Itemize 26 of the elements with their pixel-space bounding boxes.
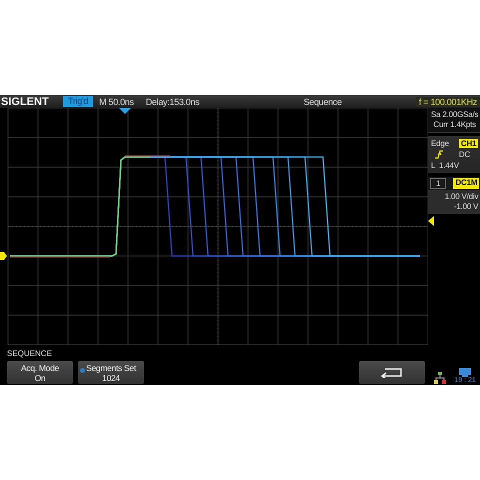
monitor-icon xyxy=(459,368,472,377)
delay-readout: Delay:153.0ns xyxy=(146,96,200,106)
return-arrow-icon xyxy=(380,367,404,378)
mode-title: Sequence xyxy=(302,96,343,106)
timebase-readout: M 50.0ns xyxy=(99,96,134,106)
network-icon xyxy=(434,372,446,384)
menu-button[interactable]: Segments Set 1024 xyxy=(78,361,144,384)
vertical-offset: -1.00 V xyxy=(452,202,478,212)
channel-marker-icon xyxy=(0,252,7,260)
frequency-readout: f = 100.001KHz xyxy=(416,96,480,106)
trigger-coupling: DC xyxy=(458,150,472,159)
menu-button[interactable]: Acq. Mode On xyxy=(7,361,73,384)
rising-edge-icon xyxy=(435,150,443,159)
trigger-status: Trig'd xyxy=(63,96,94,107)
vertical-scale: 1.00 V/div xyxy=(444,192,478,202)
memory-depth: Curr 1.4Kpts xyxy=(432,120,477,130)
sample-rate: Sa 2.00GSa/s xyxy=(430,110,480,120)
trigger-level: L 1.44V xyxy=(431,161,459,170)
channel-number: 1 xyxy=(430,178,446,189)
back-button[interactable] xyxy=(359,361,425,384)
channel-coupling: DC1M xyxy=(453,178,480,189)
trigger-level-icon xyxy=(428,216,434,226)
menu-title: SEQUENCE xyxy=(7,349,53,359)
trigger-source: CH1 xyxy=(458,139,478,148)
brand-logo: SIGLENT xyxy=(1,96,50,108)
trigger-type: Edge xyxy=(431,139,450,148)
